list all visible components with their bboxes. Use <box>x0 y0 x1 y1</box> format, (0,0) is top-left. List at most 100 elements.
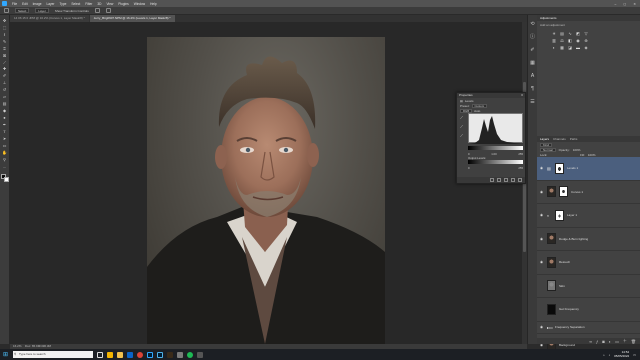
tab-document-1[interactable]: 14 06 15 0 JPM @ 16.2% (Curves 1, Layer … <box>10 15 89 22</box>
add-mask-icon[interactable]: ◙ <box>602 339 604 344</box>
healing-brush-icon[interactable]: ✚ <box>2 67 8 72</box>
tab-channels[interactable]: Channels <box>553 136 566 142</box>
channel-mixer-icon[interactable]: ⊕ <box>583 38 589 43</box>
view-previous-icon[interactable] <box>497 178 501 182</box>
channel-dropdown[interactable]: RGB <box>460 108 473 113</box>
bridge-icon[interactable] <box>167 351 173 358</box>
clone-stamp-icon[interactable]: ⊥ <box>2 81 8 86</box>
layer-thumb[interactable] <box>547 186 556 198</box>
kind-dropdown[interactable]: Kind <box>540 142 553 147</box>
levels-adj-icon[interactable]: ▤ <box>559 31 565 36</box>
layer-name[interactable]: Skin <box>559 284 565 288</box>
layer-row[interactable]: ◉ Curves 1 <box>537 181 640 204</box>
menu-edit[interactable]: Edit <box>22 2 28 6</box>
layer-name[interactable]: Retouch <box>559 260 570 264</box>
output-white[interactable]: 255 <box>518 166 523 170</box>
paragraph-icon[interactable]: ¶ <box>530 86 536 92</box>
brush-settings-icon[interactable]: ✐ <box>530 47 536 53</box>
layer-row[interactable]: Skin <box>537 275 640 298</box>
eye-icon[interactable]: ◉ <box>539 213 544 217</box>
histogram[interactable] <box>468 113 524 144</box>
layer-mask-thumb[interactable] <box>559 186 568 198</box>
close-icon[interactable]: ✕ <box>633 2 636 6</box>
selective-color-icon[interactable]: ◈ <box>583 45 589 50</box>
layer-row[interactable]: Get Frequency <box>537 298 640 322</box>
menu-view[interactable]: View <box>106 2 113 6</box>
layer-name[interactable]: Layer 1 <box>567 213 577 217</box>
history-brush-icon[interactable]: ↺ <box>2 88 8 93</box>
link-icon[interactable]: ∞ <box>589 339 592 344</box>
swatches-icon[interactable]: ▦ <box>530 60 536 66</box>
eye-icon[interactable]: ◉ <box>539 325 544 329</box>
frame-icon[interactable]: ⊠ <box>2 53 8 58</box>
photo-filter-icon[interactable]: ◉ <box>575 38 581 43</box>
layer-row[interactable]: ◉ ▸▭ Frequency Separation <box>537 322 640 334</box>
vibrance-icon[interactable]: ▽ <box>583 31 589 36</box>
layer-name[interactable]: Dodge & Burn lighting <box>559 237 588 241</box>
rectangle-icon[interactable]: ▭ <box>2 144 8 149</box>
brightness-icon[interactable]: ☀ <box>551 31 557 36</box>
type-icon[interactable]: T <box>2 130 8 135</box>
reset-icon[interactable] <box>504 178 508 182</box>
gradient-icon[interactable]: ▤ <box>2 102 8 107</box>
menu-help[interactable]: Help <box>150 2 157 6</box>
layer-mask-thumb[interactable] <box>555 162 564 174</box>
layer-row[interactable]: ◉ ▤ Levels 1 <box>537 157 640 181</box>
pen-icon[interactable]: ✒ <box>2 123 8 128</box>
layer-thumb[interactable] <box>547 303 556 315</box>
invert-icon[interactable]: ◐ <box>551 45 557 50</box>
clock[interactable]: 14:52 05/05/2022 <box>614 350 629 358</box>
layer-name[interactable]: Levels 1 <box>567 166 578 170</box>
eye-icon[interactable]: ◉ <box>539 260 544 264</box>
windows-start-icon[interactable]: ⊞ <box>3 352 9 358</box>
tab-layers[interactable]: Layers <box>540 136 549 142</box>
history-icon[interactable]: ⟲ <box>530 21 536 27</box>
eye-icon[interactable]: ◉ <box>539 237 544 241</box>
new-group-icon[interactable]: ▭ <box>615 339 619 344</box>
clip-icon[interactable] <box>490 178 494 182</box>
output-black[interactable]: 0 <box>468 166 470 170</box>
quick-select-icon[interactable]: ✎ <box>2 39 8 44</box>
move-tool-icon[interactable] <box>4 8 9 13</box>
new-adjustment-icon[interactable]: ◐ <box>609 339 611 344</box>
layer-mode-dropdown[interactable]: Layer <box>35 8 49 13</box>
mail-icon[interactable] <box>127 351 133 358</box>
align-icon[interactable] <box>94 8 100 13</box>
input-gamma[interactable]: 1.00 <box>491 152 496 156</box>
fx-icon[interactable]: ƒ <box>596 339 598 344</box>
menu-plugins[interactable]: Plugins <box>118 2 128 6</box>
lasso-icon[interactable]: ℓ <box>2 32 8 37</box>
layer-row[interactable]: ◉ Dodge & Burn lighting <box>537 228 640 251</box>
dodge-icon[interactable]: ● <box>2 116 8 121</box>
black-point-eyedropper-icon[interactable]: ⟋ <box>459 115 464 120</box>
opacity-value[interactable]: 100% <box>573 148 581 152</box>
network-icon[interactable]: ⌂ <box>603 353 605 357</box>
threshold-icon[interactable]: ◪ <box>567 45 573 50</box>
auto-select-dropdown[interactable]: Select <box>15 8 30 13</box>
eyedropper-icon[interactable]: ⟋ <box>2 60 8 65</box>
portrait-photo[interactable] <box>147 37 385 344</box>
layer-name[interactable]: Frequency Separation <box>555 325 585 329</box>
menu-window[interactable]: Window <box>134 2 145 6</box>
exposure-icon[interactable]: ◩ <box>575 31 581 36</box>
notes-icon[interactable] <box>177 351 183 358</box>
move-icon[interactable]: ✥ <box>2 18 8 23</box>
gradient-map-icon[interactable]: ▬ <box>575 45 581 50</box>
preset-dropdown[interactable]: Custom <box>471 103 488 108</box>
zoom-level[interactable]: 16.2% <box>13 344 22 348</box>
info-icon[interactable]: ⓘ <box>530 34 536 40</box>
input-white[interactable]: 255 <box>518 152 523 156</box>
chrome-icon[interactable] <box>137 351 143 358</box>
color-swatches[interactable] <box>0 173 9 182</box>
visibility-icon[interactable] <box>511 178 515 182</box>
maximize-icon[interactable]: ▢ <box>623 2 626 6</box>
transform-controls-checkbox[interactable]: Show Transform Controls <box>55 9 89 13</box>
taskbar-search[interactable]: ⚲ Type here to search <box>13 351 93 358</box>
path-select-icon[interactable]: ➤ <box>2 137 8 142</box>
marquee-icon[interactable]: ⬚ <box>2 25 8 30</box>
task-view-icon[interactable] <box>97 351 103 358</box>
minimize-icon[interactable]: – <box>615 2 617 6</box>
eye-icon[interactable]: ◉ <box>539 190 544 194</box>
output-levels-slider[interactable] <box>468 160 523 164</box>
layer-row[interactable]: ◉ Retouch <box>537 251 640 275</box>
